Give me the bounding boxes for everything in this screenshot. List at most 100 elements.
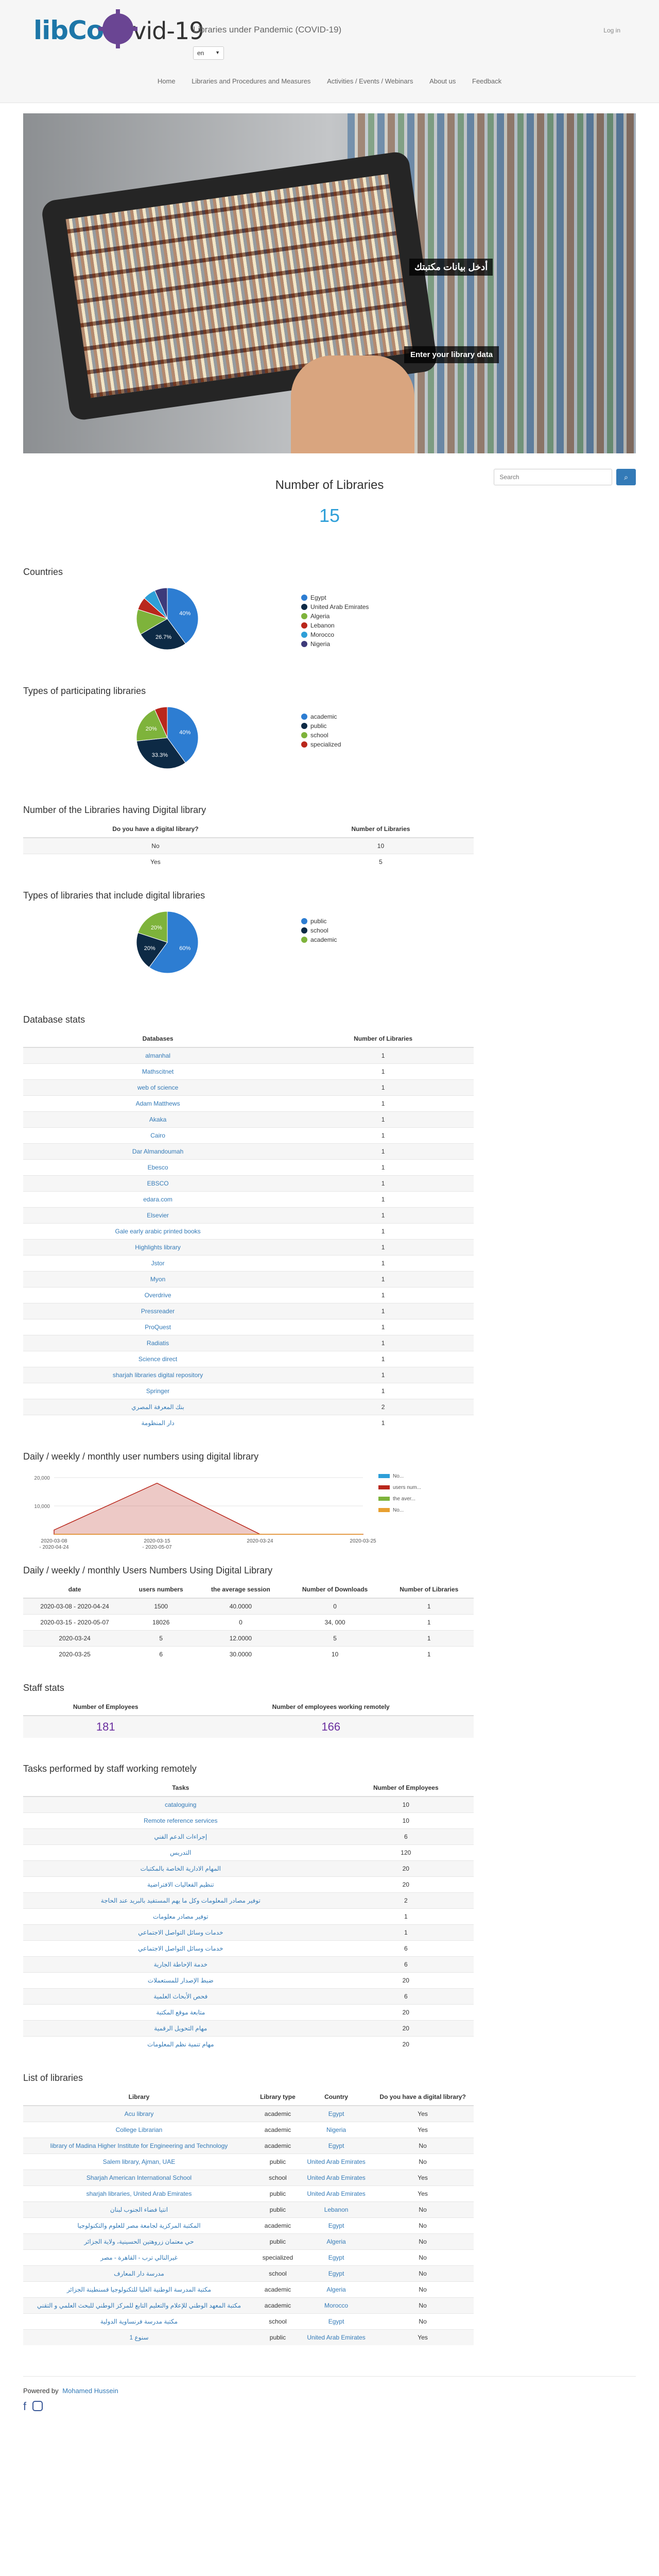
table-link[interactable]: Elsevier — [147, 1212, 169, 1219]
table-link[interactable]: Lebanon — [324, 2206, 349, 2213]
table-link[interactable]: Egypt — [328, 2270, 344, 2277]
table-link[interactable]: almanhal — [145, 1052, 170, 1059]
table-link[interactable]: edara.com — [143, 1196, 172, 1203]
table-link[interactable]: خدمات وسائل التواصل الاجتماعي — [138, 1945, 223, 1952]
legend-item[interactable]: Nigeria — [301, 639, 369, 649]
table-link[interactable]: تنظيم الفعاليات الافتراضية — [147, 1881, 214, 1888]
legend-label[interactable]: users num... — [393, 1485, 421, 1490]
table-link[interactable]: Salem library, Ajman, UAE — [103, 2158, 176, 2165]
table-link[interactable]: Egypt — [328, 2318, 344, 2325]
table-link[interactable]: Gale early arabic printed books — [115, 1228, 201, 1235]
login-link[interactable]: Log in — [603, 27, 620, 34]
legend-item[interactable]: academic — [301, 935, 337, 944]
table-link[interactable]: EBSCO — [147, 1180, 169, 1187]
table-link[interactable]: cataloguing — [165, 1801, 196, 1808]
search-button[interactable]: ⌕ — [616, 469, 636, 485]
nav-feedback[interactable]: Feedback — [472, 77, 501, 85]
table-link[interactable]: ProQuest — [145, 1324, 171, 1331]
legend-item[interactable]: public — [301, 721, 341, 731]
table-link[interactable]: توفير مصادر المعلومات وكل ما يهم المستفي… — [101, 1897, 261, 1904]
table-link[interactable]: المكتبة المركزية لجامعة مصر للعلوم والتك… — [77, 2222, 200, 2229]
table-link[interactable]: مكتبة المدرسة الوطنية العليا للتكنولوجيا… — [67, 2286, 211, 2293]
table-link[interactable]: Egypt — [328, 2110, 344, 2117]
series-area-users[interactable] — [54, 1483, 363, 1535]
table-link[interactable]: web of science — [137, 1084, 178, 1091]
table-link[interactable]: توفير مصادر معلومات — [153, 1913, 209, 1920]
legend-item[interactable]: Lebanon — [301, 621, 369, 630]
table-link[interactable]: Dar Almandoumah — [132, 1148, 183, 1155]
legend-item[interactable]: Egypt — [301, 593, 369, 602]
hero-caption-english[interactable]: Enter your library data — [404, 346, 499, 363]
hero-caption-arabic[interactable]: أدخل بيانات مكتبتك — [409, 259, 493, 276]
table-link[interactable]: فحص الأبحاث العلمية — [153, 1993, 207, 2000]
table-link[interactable]: مكتبة المعهد الوطني للإعلام والتعليم الت… — [37, 2302, 241, 2309]
table-link[interactable]: مهام التحويل الرقمية — [154, 2025, 207, 2032]
hero-banner[interactable]: أدخل بيانات مكتبتك Enter your library da… — [23, 113, 636, 453]
table-link[interactable]: Overdrive — [145, 1292, 171, 1299]
table-link[interactable]: المهام الادارية الخاصة بالمكتبات — [141, 1865, 221, 1872]
table-link[interactable]: حي معتمان زروهتين الحسينية، ولاية الجزائ… — [84, 2238, 194, 2245]
table-link[interactable]: Acu library — [125, 2110, 154, 2117]
table-link[interactable]: Cairo — [150, 1132, 165, 1139]
table-link[interactable]: ضبط الإصدار للمستعملات — [148, 1977, 214, 1984]
language-select[interactable]: en ▼ — [193, 46, 224, 60]
legend-item[interactable]: academic — [301, 712, 341, 721]
legend-item[interactable]: public — [301, 917, 337, 926]
table-link[interactable]: Radiatis — [147, 1340, 169, 1347]
table-link[interactable]: Jstor — [151, 1260, 165, 1267]
table-link[interactable]: Egypt — [328, 2142, 344, 2149]
legend-item[interactable]: United Arab Emirates — [301, 602, 369, 612]
legend-item[interactable]: Algeria — [301, 612, 369, 621]
nav-home[interactable]: Home — [158, 77, 176, 85]
legend-label[interactable]: No... — [393, 1473, 404, 1479]
author-link[interactable]: Mohamed Hussein — [62, 2387, 118, 2395]
table-link[interactable]: التدريس — [170, 1849, 191, 1856]
table-link[interactable]: Myon — [150, 1276, 165, 1283]
table-link[interactable]: خدمة الإحاطة الجارية — [154, 1961, 207, 1968]
table-link[interactable]: Morocco — [324, 2302, 348, 2309]
legend-item[interactable]: school — [301, 926, 337, 935]
instagram-icon[interactable] — [32, 2401, 43, 2411]
table-link[interactable]: United Arab Emirates — [307, 2190, 365, 2197]
table-link[interactable]: Egypt — [328, 2254, 344, 2261]
table-link[interactable]: Nigeria — [326, 2126, 346, 2133]
table-link[interactable]: College Librarian — [116, 2126, 163, 2133]
table-link[interactable]: انتيا فضاء الجنوب لبنان — [110, 2206, 168, 2213]
table-link[interactable]: مكتبة مدرسة فرنساوية الدولية — [100, 2318, 178, 2325]
table-link[interactable]: sharjah libraries, United Arab Emirates — [86, 2190, 192, 2197]
legend-label[interactable]: the aver... — [393, 1496, 415, 1502]
table-link[interactable]: غيرالنالي ترب - القاهرة - مصر — [100, 2254, 178, 2261]
table-link[interactable]: Mathscitnet — [142, 1068, 174, 1075]
table-link[interactable]: خدمات وسائل التواصل الاجتماعي — [138, 1929, 223, 1936]
table-link[interactable]: مهام تنمية نظم المعلومات — [147, 2041, 214, 2048]
legend-item[interactable]: specialized — [301, 740, 341, 749]
table-link[interactable]: Adam Matthews — [136, 1100, 180, 1107]
nav-libraries[interactable]: Libraries and Procedures and Measures — [192, 77, 310, 85]
table-link[interactable]: سنوع 1 — [129, 2334, 148, 2341]
table-link[interactable]: مدرسة دار المعارف — [114, 2270, 164, 2277]
table-link[interactable]: United Arab Emirates — [307, 2158, 365, 2165]
nav-activities[interactable]: Activities / Events / Webinars — [327, 77, 413, 85]
table-link[interactable]: Pressreader — [141, 1308, 175, 1315]
table-link[interactable]: Springer — [146, 1387, 169, 1395]
legend-item[interactable]: school — [301, 731, 341, 740]
table-link[interactable]: دار المنظومة — [141, 1419, 174, 1427]
table-link[interactable]: Remote reference services — [144, 1817, 217, 1824]
table-link[interactable]: Egypt — [328, 2222, 344, 2229]
table-link[interactable]: Ebesco — [148, 1164, 168, 1171]
table-link[interactable]: Algeria — [326, 2286, 345, 2293]
table-link[interactable]: sharjah libraries digital repository — [113, 1371, 203, 1379]
table-link[interactable]: بنك المعرفة المصري — [131, 1403, 184, 1411]
table-link[interactable]: Sharjah American International School — [86, 2174, 192, 2181]
table-link[interactable]: Highlights library — [135, 1244, 181, 1251]
table-link[interactable]: library of Madina Higher Institute for E… — [50, 2142, 228, 2149]
table-link[interactable]: Algeria — [326, 2238, 345, 2245]
table-link[interactable]: United Arab Emirates — [307, 2174, 365, 2181]
table-link[interactable]: United Arab Emirates — [307, 2334, 365, 2341]
legend-item[interactable]: Morocco — [301, 630, 369, 639]
table-link[interactable]: Akaka — [149, 1116, 166, 1123]
table-link[interactable]: إجراءات الدعم الفني — [154, 1833, 207, 1840]
table-link[interactable]: متابعة موقع المكتبة — [156, 2009, 205, 2016]
site-logo[interactable]: libCo vid-19 — [33, 9, 204, 48]
facebook-icon[interactable]: f — [23, 2400, 26, 2413]
